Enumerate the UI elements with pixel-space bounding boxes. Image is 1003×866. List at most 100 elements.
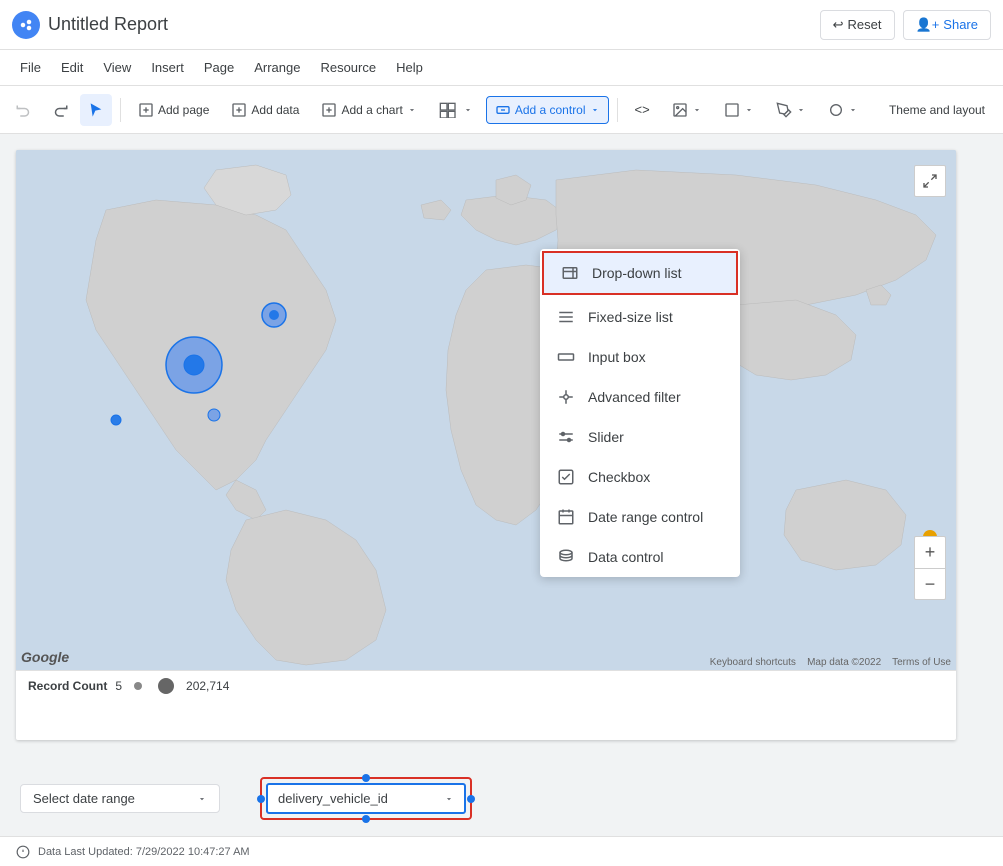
expand-button[interactable]	[914, 165, 946, 197]
add-control-label: Add a control	[515, 103, 586, 117]
share-button[interactable]: 👤+ Share	[903, 10, 991, 40]
add-control-dropdown-menu: Drop-down list Fixed-size list Input box…	[540, 249, 740, 577]
controls-row: Select date range delivery_vehicle_id	[0, 777, 1003, 820]
draw-button[interactable]	[767, 96, 815, 124]
legend-bar: Record Count 5 202,714	[16, 670, 956, 700]
keyboard-shortcuts: Keyboard shortcuts	[710, 657, 796, 668]
menu-insert[interactable]: Insert	[143, 56, 192, 79]
reset-label: Reset	[848, 17, 882, 32]
status-text: Data Last Updated: 7/29/2022 10:47:27 AM	[38, 846, 250, 858]
share-label: Share	[943, 17, 978, 32]
redo-button[interactable]	[44, 94, 76, 126]
menu-view[interactable]: View	[95, 56, 139, 79]
dropdown-control-inner[interactable]: delivery_vehicle_id	[266, 783, 466, 814]
menu-arrange[interactable]: Arrange	[246, 56, 308, 79]
info-icon	[16, 845, 30, 859]
bubble-us-west-center	[184, 355, 204, 375]
data-control-label: Data control	[588, 549, 663, 565]
advanced-filter-label: Advanced filter	[588, 389, 681, 405]
legend-dot-label: 5	[115, 679, 122, 693]
undo-button[interactable]	[8, 94, 40, 126]
top-bar: Untitled Report ↩ Reset 👤+ Share	[0, 0, 1003, 50]
canvas: + − Google Keyboard shortcuts Map data ©…	[16, 150, 956, 740]
menu-item-dropdown-list[interactable]: Drop-down list	[542, 251, 738, 295]
bubble-mexico	[208, 409, 220, 421]
menu-item-checkbox[interactable]: Checkbox	[540, 457, 740, 497]
bubble-pacific	[111, 415, 121, 425]
separator-2	[617, 98, 618, 122]
map-controls	[914, 165, 946, 197]
menu-item-date-range[interactable]: Date range control	[540, 497, 740, 537]
input-box-label: Input box	[588, 349, 646, 365]
anchor-left	[257, 795, 265, 803]
share-icon: 👤+	[916, 17, 940, 33]
menu-item-data-control[interactable]: Data control	[540, 537, 740, 577]
date-range-value: Select date range	[33, 791, 135, 806]
menu-bar: File Edit View Insert Page Arrange Resou…	[0, 50, 1003, 86]
anchor-bottom	[362, 815, 370, 823]
world-map-svg	[16, 150, 956, 670]
data-control-icon	[556, 547, 576, 567]
menu-file[interactable]: File	[12, 56, 49, 79]
menu-item-fixed-size-list[interactable]: Fixed-size list	[540, 297, 740, 337]
add-page-label: Add page	[158, 103, 209, 117]
menu-item-slider[interactable]: Slider	[540, 417, 740, 457]
terms-of-use: Terms of Use	[892, 657, 951, 668]
date-range-icon	[556, 507, 576, 527]
menu-item-advanced-filter[interactable]: Advanced filter	[540, 377, 740, 417]
code-icon: <>	[635, 102, 650, 117]
checkbox-icon	[556, 467, 576, 487]
add-data-label: Add data	[251, 103, 299, 117]
zoom-in-button[interactable]: +	[914, 536, 946, 568]
reset-button[interactable]: ↩ Reset	[820, 10, 895, 40]
legend-label: Record Count	[28, 679, 107, 693]
legend-large-dot	[154, 674, 178, 698]
slider-label: Slider	[588, 429, 624, 445]
date-range-chevron	[197, 794, 207, 804]
menu-edit[interactable]: Edit	[53, 56, 91, 79]
date-range-label: Date range control	[588, 509, 703, 525]
report-title: Untitled Report	[48, 14, 168, 35]
anchor-top	[362, 774, 370, 782]
dropdown-chevron	[444, 794, 454, 804]
image-button[interactable]	[663, 96, 711, 124]
advanced-filter-icon	[556, 387, 576, 407]
bubble-us-east-center	[269, 310, 279, 320]
menu-item-input-box[interactable]: Input box	[540, 337, 740, 377]
anchor-right	[467, 795, 475, 803]
date-range-control[interactable]: Select date range	[20, 784, 220, 813]
fixed-size-list-icon	[556, 307, 576, 327]
map-attribution: Keyboard shortcuts Map data ©2022 Terms …	[710, 657, 951, 668]
frame-button[interactable]	[715, 96, 763, 124]
add-chart-button[interactable]: Add a chart	[312, 96, 425, 124]
separator-1	[120, 98, 121, 122]
shape-button[interactable]	[819, 96, 867, 124]
reset-icon: ↩	[833, 17, 844, 33]
legend-small-dot	[130, 678, 146, 694]
dropdown-value: delivery_vehicle_id	[278, 791, 436, 806]
dropdown-control-wrapper: delivery_vehicle_id	[260, 777, 472, 820]
cursor-button[interactable]	[80, 94, 112, 126]
theme-layout-button[interactable]: Theme and layout	[879, 98, 995, 122]
checkbox-label: Checkbox	[588, 469, 650, 485]
add-page-button[interactable]: Add page	[129, 96, 218, 124]
canvas-area: + − Google Keyboard shortcuts Map data ©…	[0, 134, 1003, 836]
add-chart-label: Add a chart	[341, 103, 402, 117]
code-button[interactable]: <>	[626, 96, 659, 123]
input-box-icon	[556, 347, 576, 367]
add-control-button[interactable]: Add a control	[486, 96, 609, 124]
zoom-out-button[interactable]: −	[914, 568, 946, 600]
menu-page[interactable]: Page	[196, 56, 242, 79]
app-logo	[12, 11, 40, 39]
add-data-button[interactable]: Add data	[222, 96, 308, 124]
add-component-button[interactable]	[430, 96, 482, 124]
dropdown-list-label: Drop-down list	[592, 265, 681, 281]
menu-resource[interactable]: Resource	[312, 56, 384, 79]
google-logo: Google	[21, 649, 69, 665]
status-bar: Data Last Updated: 7/29/2022 10:47:27 AM	[0, 836, 1003, 866]
map-background: + − Google Keyboard shortcuts Map data ©…	[16, 150, 956, 670]
slider-icon	[556, 427, 576, 447]
menu-help[interactable]: Help	[388, 56, 431, 79]
map-zoom-controls: + −	[914, 536, 946, 600]
legend-value: 202,714	[186, 679, 229, 693]
